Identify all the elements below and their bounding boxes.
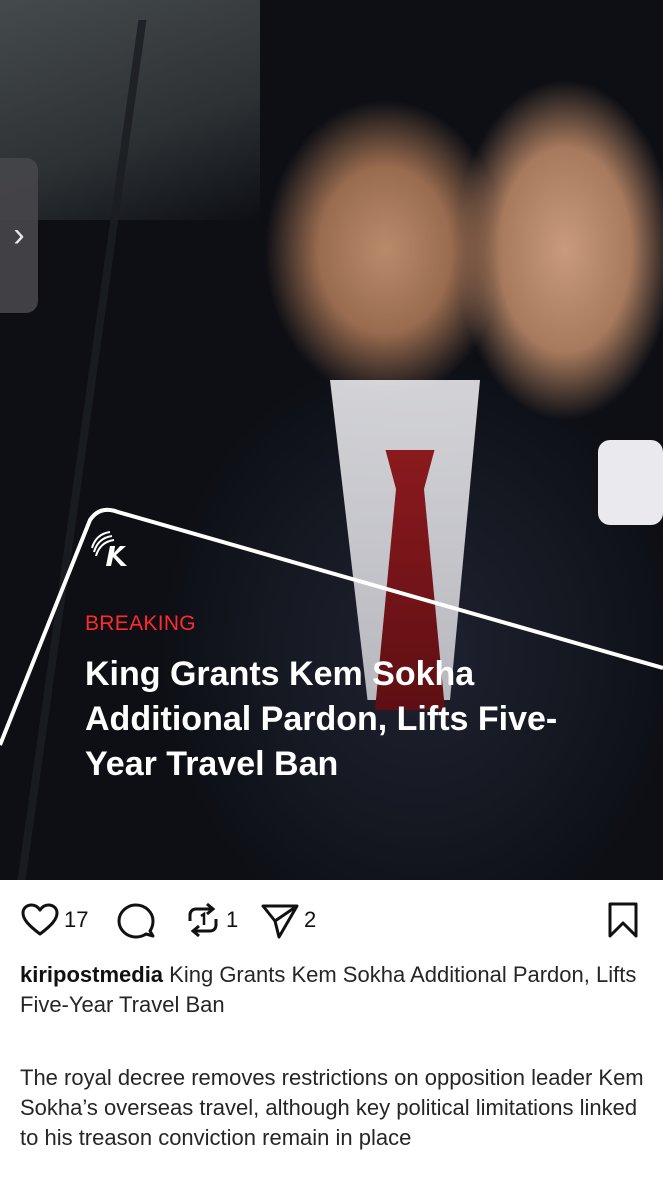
comment-button[interactable] (116, 895, 156, 945)
repost-icon (188, 902, 218, 938)
post-description: The royal decree removes restrictions on… (20, 1065, 644, 1150)
share-count: 2 (304, 907, 317, 932)
breaking-tag: BREAKING (85, 612, 196, 635)
repost-button[interactable]: 1 (184, 895, 238, 945)
send-icon (261, 904, 299, 939)
chevron-right-icon: › (13, 216, 25, 254)
like-button[interactable]: 17 (20, 895, 88, 945)
post-image[interactable]: BREAKING King Grants Kem Sokha Additiona… (0, 0, 663, 880)
post-actions-bar: 17 1 2 (0, 895, 663, 945)
side-panel-tab[interactable]: › (0, 158, 38, 313)
repost-count: 1 (226, 907, 239, 932)
like-count: 17 (64, 907, 89, 932)
post-caption: kiripostmedia King Grants Kem Sokha Addi… (20, 960, 645, 1020)
image-headline: King Grants Kem Sokha Additional Pardon,… (85, 655, 558, 783)
comment-icon (117, 903, 155, 939)
heart-icon (21, 903, 59, 936)
kiripost-logo (91, 531, 127, 566)
author-username[interactable]: kiripostmedia (20, 962, 163, 987)
save-button[interactable] (606, 895, 640, 945)
share-button[interactable]: 2 (260, 895, 316, 945)
bookmark-icon (608, 902, 638, 938)
